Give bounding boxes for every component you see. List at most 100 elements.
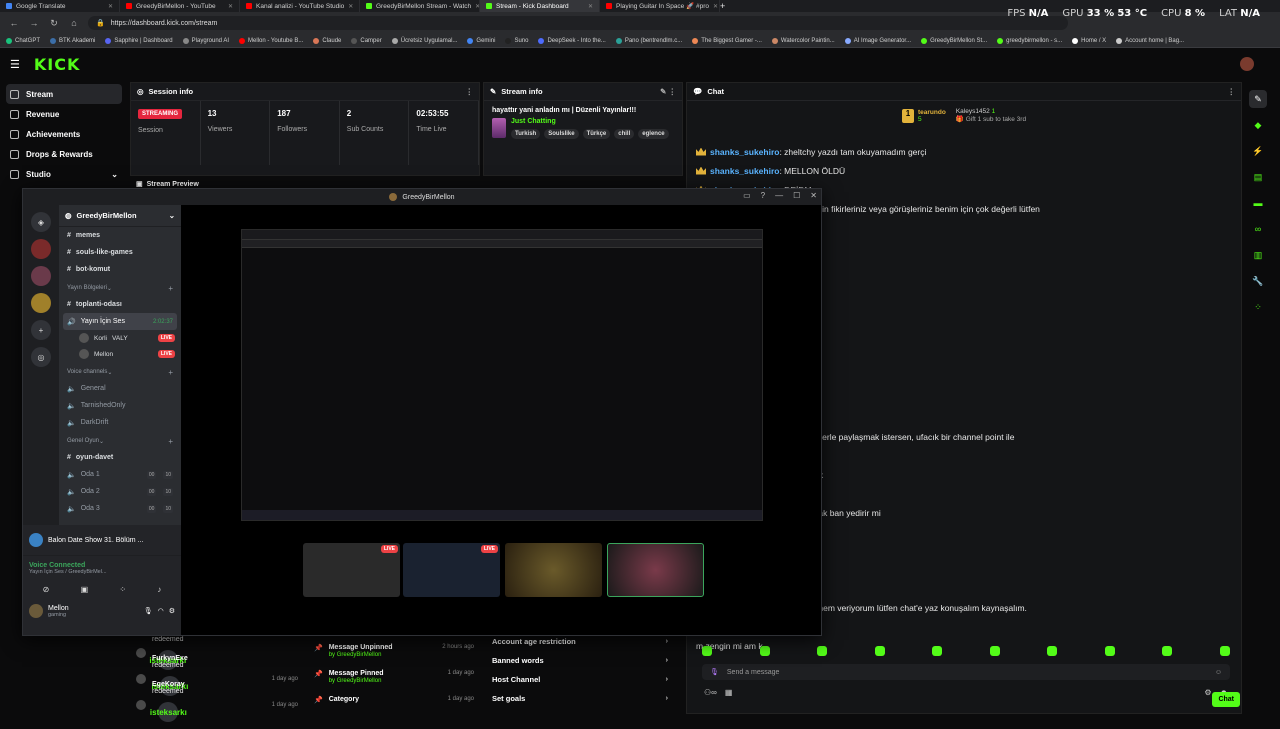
emote-icon[interactable] — [1162, 646, 1173, 656]
new-tab-icon[interactable]: + — [720, 1, 725, 11]
tab-close-icon[interactable]: ✕ — [108, 3, 113, 10]
voice-channel[interactable]: 🔈 Oda 1 00 10 — [59, 466, 181, 483]
stream-thumbnail[interactable]: LIVE — [403, 543, 500, 597]
redeem-user[interactable]: FurkynExe — [152, 655, 188, 662]
emote-icon[interactable] — [932, 646, 943, 656]
menu-icon[interactable]: ☰ — [10, 58, 20, 71]
emote-icon[interactable] — [874, 646, 885, 656]
explore-icon[interactable]: ◎ — [31, 347, 51, 367]
voice-user[interactable]: Mellon LIVE — [59, 346, 181, 362]
add-server-icon[interactable]: + — [31, 320, 51, 340]
setting-host-channel[interactable]: Host Channel › — [488, 670, 680, 689]
tab-close-icon[interactable]: ✕ — [713, 3, 718, 10]
participant-tile[interactable] — [607, 543, 704, 597]
channel-bot-komut[interactable]: # bot-komut — [59, 261, 181, 278]
by-user[interactable]: GreedyBirMellon — [337, 678, 382, 684]
bookmark[interactable]: greedybirmellon - s... — [997, 37, 1062, 44]
voice-channel[interactable]: 🔈 DarkDrift — [59, 414, 181, 431]
message-icon[interactable]: ▬ — [1249, 194, 1267, 212]
apps-icon[interactable]: ⁘ — [1249, 298, 1267, 316]
bookmark[interactable]: Account home | Bag... — [1116, 37, 1184, 44]
stream-tag[interactable]: Turkish — [511, 129, 541, 139]
microphone-icon[interactable]: 🎙 — [144, 607, 153, 615]
kick-logo[interactable]: KICK — [34, 55, 81, 74]
chat-username[interactable]: shanks_sukehiro — [710, 147, 779, 157]
minimize-icon[interactable]: — — [775, 191, 783, 200]
emote-icon[interactable] — [1047, 646, 1058, 656]
emote-icon[interactable] — [1104, 646, 1115, 656]
category-name[interactable]: Just Chatting — [511, 118, 669, 125]
chat-username[interactable]: shanks_sukehiro — [710, 166, 779, 176]
headphones-icon[interactable]: ◠ — [158, 607, 164, 615]
chat-send-button[interactable]: Chat — [1212, 692, 1240, 707]
bookmark[interactable]: Claude — [313, 37, 341, 44]
voice-channel-selected[interactable]: 🔊 Yayın İçin Ses 2:02:37 — [63, 313, 177, 330]
add-channel-icon[interactable]: + — [168, 368, 173, 377]
home-icon[interactable]: ⌂ — [68, 18, 80, 28]
add-channel-icon[interactable]: + — [168, 437, 173, 446]
bookmark[interactable]: DeepSeek - Into the... — [538, 37, 606, 44]
back-icon[interactable]: ← — [8, 18, 20, 28]
users-icon[interactable]: ⚇∞ — [704, 688, 717, 697]
tab-close-icon[interactable]: ✕ — [348, 3, 353, 10]
wrench-icon[interactable]: 🔧 — [1249, 272, 1267, 290]
screen-share-icon[interactable]: ▣ — [81, 585, 89, 594]
channel-category[interactable]: Genel Oyun ⌄ + — [59, 433, 181, 449]
inbox-icon[interactable]: ▭ — [743, 191, 751, 200]
by-user[interactable]: GreedyBirMellon — [337, 652, 382, 658]
close-icon[interactable]: ✕ — [810, 191, 817, 200]
shared-screen[interactable] — [241, 229, 763, 521]
bookmark[interactable]: The Biggest Gamer -... — [692, 37, 762, 44]
voice-channel-path[interactable]: Yayın İçin Ses / GreedyBirMel... — [29, 569, 175, 575]
avatar[interactable] — [29, 604, 43, 618]
bookmark[interactable]: Watercolor Paintin... — [771, 37, 835, 44]
voice-channel[interactable]: 🔈 General — [59, 380, 181, 397]
bookmark[interactable]: ChatGPT — [6, 37, 40, 44]
tab-close-icon[interactable]: ✕ — [588, 3, 593, 10]
discord-home-icon[interactable]: ◈ — [31, 212, 51, 232]
noise-suppression-icon[interactable]: ⊘ — [43, 585, 50, 594]
browser-tab[interactable]: Stream - Kick Dashboard ✕ — [480, 0, 600, 12]
bookmark[interactable]: Camper — [351, 37, 382, 44]
url-field[interactable]: 🔒 https://dashboard.kick.com/stream — [88, 16, 1068, 30]
server-icon[interactable] — [31, 266, 51, 286]
add-channel-icon[interactable]: + — [168, 284, 173, 293]
channel-toplanti[interactable]: # toplanti-odası — [59, 296, 181, 313]
gifter-name[interactable]: Kaleys1452 — [956, 108, 990, 115]
activity-text[interactable]: Balon Date Show 31. Bölüm ... — [48, 537, 143, 544]
browser-tab[interactable]: Kanal analizi - YouTube Studio ✕ — [240, 0, 360, 12]
browser-tab[interactable]: Google Translate ✕ — [0, 0, 120, 12]
category-thumbnail[interactable] — [492, 118, 506, 138]
bookmark[interactable]: Playground AI — [182, 37, 229, 44]
sidebar-item-stream[interactable]: Stream — [6, 84, 122, 104]
more-icon[interactable]: ⋮ — [466, 87, 474, 96]
bookmark[interactable]: GreedyBirMellon St... — [921, 37, 987, 44]
sidebar-item-revenue[interactable]: Revenue — [0, 104, 128, 124]
bookmark[interactable]: Pano (bentrendlm.c... — [615, 37, 682, 44]
emote-icon[interactable] — [989, 646, 1000, 656]
bookmark[interactable]: Suno — [505, 37, 528, 44]
bookmark[interactable]: Home / X — [1072, 37, 1106, 44]
bolt-icon[interactable]: ⚡ — [1249, 142, 1267, 160]
bookmark[interactable]: AI Image Generator... — [844, 37, 911, 44]
stream-tag[interactable]: chill — [614, 129, 635, 139]
mic-icon[interactable]: 🎙 — [710, 668, 719, 676]
sidebar-item-studio[interactable]: Studio ⌄ — [0, 164, 128, 184]
soundboard-icon[interactable]: ♪ — [157, 585, 161, 594]
browser-tab[interactable]: GreedyBirMellon Stream - Watch ✕ — [360, 0, 480, 12]
setting-banned-words[interactable]: Banned words › — [488, 651, 680, 670]
server-icon[interactable] — [31, 293, 51, 313]
bookmark[interactable]: BTK Akademi — [50, 37, 95, 44]
channel-category[interactable]: Voice channels ⌄ + — [59, 364, 181, 380]
sidebar-item-drops[interactable]: Drops & Rewards — [0, 144, 128, 164]
emote-icon[interactable] — [702, 646, 712, 656]
gear-icon[interactable]: ⚙ — [169, 607, 175, 615]
bookmark[interactable]: Ücretsiz Uygulamal... — [391, 37, 457, 44]
profile-avatar[interactable] — [1240, 57, 1254, 71]
bookmark[interactable]: Sapphire | Dashboard — [105, 37, 173, 44]
bookmark[interactable]: Gemini — [467, 37, 495, 44]
chat-input[interactable]: 🎙 Send a message ☺ — [702, 664, 1230, 680]
browser-tab[interactable]: GreedyBirMellon - YouTube ✕ — [120, 0, 240, 12]
edit-icon[interactable]: ✎ ⋮ — [660, 87, 676, 96]
redeem-user[interactable]: EgeKoray — [152, 681, 185, 688]
